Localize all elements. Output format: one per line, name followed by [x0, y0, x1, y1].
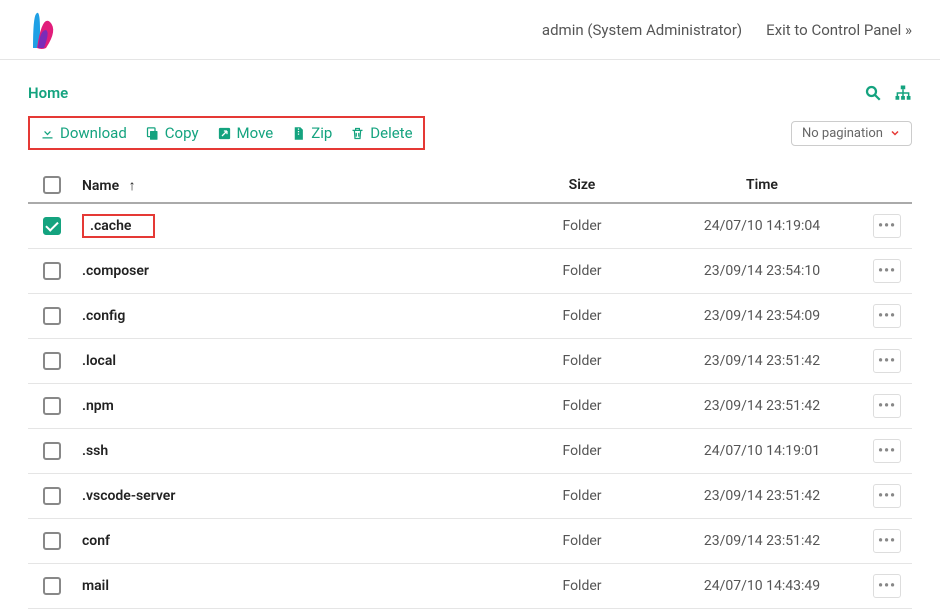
col-header-size[interactable]: Size — [502, 177, 662, 193]
table-row: .npm Folder23/09/14 23:51:42 ••• — [28, 384, 912, 429]
files-table: Name ↑ Size Time .cacheFolder24/07/10 14… — [28, 168, 912, 609]
row-actions-button[interactable]: ••• — [873, 349, 901, 373]
file-size: Folder — [502, 398, 662, 414]
breadcrumb-home[interactable]: Home — [28, 84, 68, 102]
trash-icon — [350, 126, 365, 141]
col-header-name[interactable]: Name ↑ — [76, 177, 502, 194]
row-checkbox[interactable] — [43, 442, 61, 460]
sitemap-icon[interactable] — [894, 84, 912, 102]
file-name[interactable]: .npm — [82, 398, 114, 414]
file-name[interactable]: .cache — [82, 214, 155, 238]
file-name[interactable]: .composer — [82, 263, 149, 279]
file-time: 24/07/10 14:43:49 — [662, 578, 862, 594]
download-button[interactable]: Download — [40, 124, 127, 142]
logo — [28, 10, 58, 50]
row-actions-button[interactable]: ••• — [873, 574, 901, 598]
file-time: 23/09/14 23:51:42 — [662, 488, 862, 504]
row-actions-button[interactable]: ••• — [873, 439, 901, 463]
table-row: .config Folder23/09/14 23:54:09 ••• — [28, 294, 912, 339]
exit-link[interactable]: Exit to Control Panel » — [766, 21, 912, 39]
file-size: Folder — [502, 353, 662, 369]
row-checkbox[interactable] — [43, 307, 61, 325]
file-time: 24/07/10 14:19:04 — [662, 218, 862, 234]
file-size: Folder — [502, 308, 662, 324]
file-time: 23/09/14 23:51:42 — [662, 533, 862, 549]
file-time: 23/09/14 23:54:09 — [662, 308, 862, 324]
file-size: Folder — [502, 218, 662, 234]
file-name[interactable]: .local — [82, 353, 116, 369]
sort-asc-icon: ↑ — [129, 178, 136, 194]
file-time: 23/09/14 23:51:42 — [662, 353, 862, 369]
table-row: conf Folder23/09/14 23:51:42 ••• — [28, 519, 912, 564]
zip-button[interactable]: Zip — [291, 124, 332, 142]
table-header: Name ↑ Size Time — [28, 168, 912, 204]
row-checkbox[interactable] — [43, 352, 61, 370]
file-time: 23/09/14 23:54:10 — [662, 263, 862, 279]
file-name[interactable]: mail — [82, 578, 109, 594]
user-label: admin (System Administrator) — [542, 21, 742, 39]
file-size: Folder — [502, 578, 662, 594]
file-size: Folder — [502, 263, 662, 279]
file-size: Folder — [502, 443, 662, 459]
row-checkbox[interactable] — [43, 532, 61, 550]
file-size: Folder — [502, 488, 662, 504]
table-row: .ssh Folder24/07/10 14:19:01 ••• — [28, 429, 912, 474]
move-button[interactable]: Move — [217, 124, 274, 142]
row-actions-button[interactable]: ••• — [873, 304, 901, 328]
delete-button[interactable]: Delete — [350, 124, 412, 142]
file-name[interactable]: .config — [82, 308, 125, 324]
file-size: Folder — [502, 533, 662, 549]
file-name[interactable]: .ssh — [82, 443, 108, 459]
row-checkbox[interactable] — [43, 487, 61, 505]
table-row: .composer Folder23/09/14 23:54:10 ••• — [28, 249, 912, 294]
download-icon — [40, 126, 55, 141]
row-checkbox[interactable] — [43, 217, 61, 235]
topbar: admin (System Administrator) Exit to Con… — [0, 0, 940, 60]
file-actions-toolbar: Download Copy Move Zip Delete — [28, 116, 425, 150]
col-header-time[interactable]: Time — [662, 177, 862, 193]
select-all-checkbox[interactable] — [43, 176, 61, 194]
move-icon — [217, 126, 232, 141]
row-actions-button[interactable]: ••• — [873, 484, 901, 508]
pagination-select[interactable]: No pagination — [791, 121, 912, 146]
copy-button[interactable]: Copy — [145, 124, 199, 142]
table-row: .local Folder23/09/14 23:51:42 ••• — [28, 339, 912, 384]
copy-icon — [145, 126, 160, 141]
table-row: mail Folder24/07/10 14:43:49 ••• — [28, 564, 912, 609]
file-time: 24/07/10 14:19:01 — [662, 443, 862, 459]
file-name[interactable]: .vscode-server — [82, 488, 175, 504]
row-checkbox[interactable] — [43, 262, 61, 280]
row-actions-button[interactable]: ••• — [873, 259, 901, 283]
row-actions-button[interactable]: ••• — [873, 214, 901, 238]
file-time: 23/09/14 23:51:42 — [662, 398, 862, 414]
zip-icon — [291, 126, 306, 141]
table-row: .cache Folder24/07/10 14:19:04 ••• — [28, 204, 912, 249]
file-name[interactable]: conf — [82, 533, 110, 549]
row-actions-button[interactable]: ••• — [873, 394, 901, 418]
row-checkbox[interactable] — [43, 397, 61, 415]
chevron-down-icon — [889, 127, 901, 139]
row-actions-button[interactable]: ••• — [873, 529, 901, 553]
table-row: .vscode-server Folder23/09/14 23:51:42 ••• — [28, 474, 912, 519]
row-checkbox[interactable] — [43, 577, 61, 595]
search-icon[interactable] — [864, 84, 882, 102]
